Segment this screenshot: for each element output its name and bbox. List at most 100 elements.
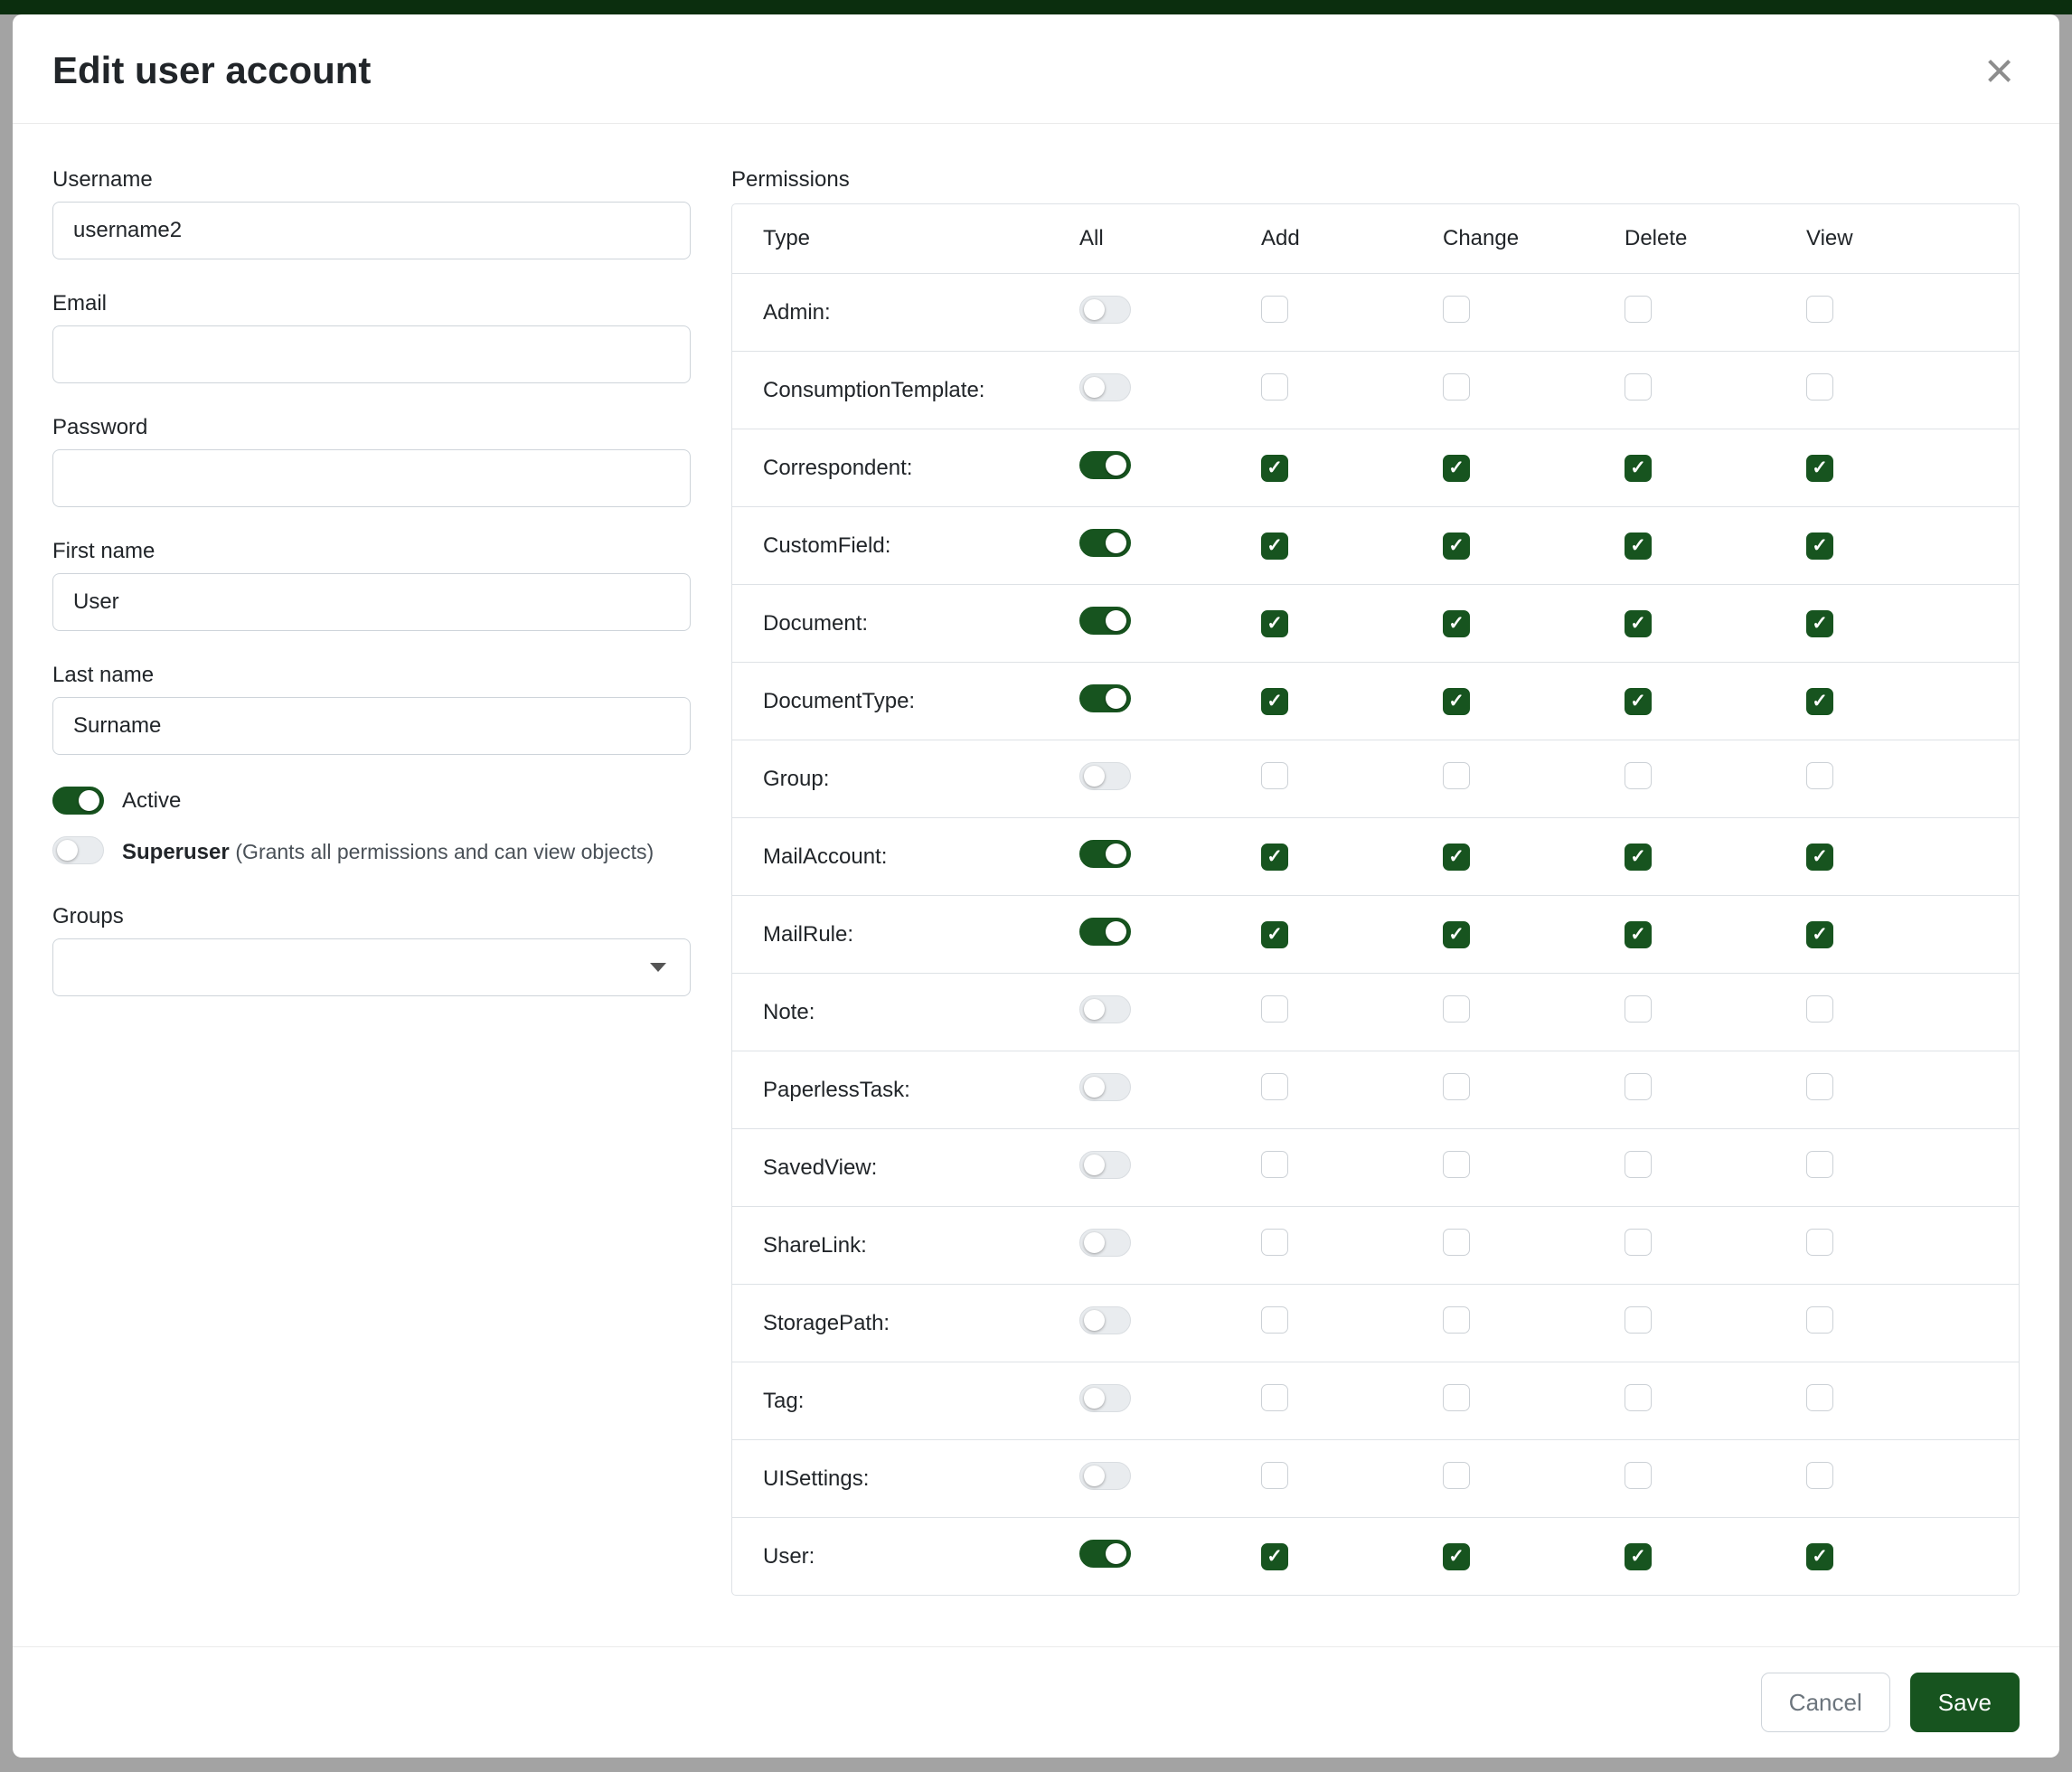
delete-checkbox[interactable]	[1625, 1073, 1652, 1100]
change-checkbox[interactable]	[1443, 1306, 1470, 1334]
delete-checkbox[interactable]	[1625, 995, 1652, 1023]
all-toggle[interactable]	[1079, 1462, 1131, 1490]
view-checkbox[interactable]: ✓	[1806, 455, 1833, 482]
cancel-button[interactable]: Cancel	[1761, 1673, 1890, 1732]
all-toggle[interactable]	[1079, 607, 1131, 635]
delete-checkbox[interactable]	[1625, 373, 1652, 401]
delete-checkbox[interactable]	[1625, 1306, 1652, 1334]
all-toggle[interactable]	[1079, 918, 1131, 946]
modal-footer: Cancel Save	[13, 1646, 2059, 1758]
first-name-input[interactable]	[52, 573, 691, 631]
delete-checkbox[interactable]	[1625, 1462, 1652, 1489]
add-checkbox[interactable]: ✓	[1261, 688, 1288, 715]
change-checkbox[interactable]	[1443, 373, 1470, 401]
view-checkbox[interactable]	[1806, 1151, 1833, 1178]
close-icon[interactable]: ×	[1979, 52, 2020, 89]
view-checkbox[interactable]	[1806, 1384, 1833, 1411]
all-toggle[interactable]	[1079, 1540, 1131, 1568]
view-checkbox[interactable]	[1806, 296, 1833, 323]
all-toggle[interactable]	[1079, 1306, 1131, 1334]
add-checkbox[interactable]: ✓	[1261, 610, 1288, 637]
add-checkbox[interactable]	[1261, 995, 1288, 1023]
all-toggle[interactable]	[1079, 684, 1131, 712]
add-checkbox[interactable]: ✓	[1261, 1543, 1288, 1570]
save-button[interactable]: Save	[1910, 1673, 2020, 1732]
all-toggle[interactable]	[1079, 995, 1131, 1023]
change-checkbox[interactable]	[1443, 1151, 1470, 1178]
add-checkbox[interactable]	[1261, 762, 1288, 789]
view-checkbox[interactable]: ✓	[1806, 1543, 1833, 1570]
all-toggle[interactable]	[1079, 529, 1131, 557]
add-checkbox[interactable]: ✓	[1261, 455, 1288, 482]
view-checkbox[interactable]: ✓	[1806, 533, 1833, 560]
add-checkbox[interactable]	[1261, 1229, 1288, 1256]
password-input[interactable]	[52, 449, 691, 507]
view-checkbox[interactable]	[1806, 1462, 1833, 1489]
view-checkbox[interactable]: ✓	[1806, 844, 1833, 871]
add-checkbox[interactable]	[1261, 1151, 1288, 1178]
username-input[interactable]	[52, 202, 691, 259]
add-checkbox[interactable]	[1261, 373, 1288, 401]
change-checkbox[interactable]: ✓	[1443, 844, 1470, 871]
add-checkbox[interactable]	[1261, 296, 1288, 323]
delete-checkbox[interactable]: ✓	[1625, 688, 1652, 715]
all-toggle[interactable]	[1079, 1151, 1131, 1179]
delete-checkbox[interactable]	[1625, 296, 1652, 323]
all-toggle[interactable]	[1079, 296, 1131, 324]
all-toggle[interactable]	[1079, 451, 1131, 479]
all-toggle[interactable]	[1079, 1229, 1131, 1257]
view-checkbox[interactable]	[1806, 995, 1833, 1023]
delete-checkbox[interactable]: ✓	[1625, 533, 1652, 560]
change-checkbox[interactable]	[1443, 1462, 1470, 1489]
view-checkbox[interactable]	[1806, 762, 1833, 789]
change-checkbox[interactable]	[1443, 1384, 1470, 1411]
modal-title: Edit user account	[52, 49, 371, 92]
change-checkbox[interactable]	[1443, 1229, 1470, 1256]
change-checkbox[interactable]: ✓	[1443, 455, 1470, 482]
view-checkbox[interactable]	[1806, 373, 1833, 401]
all-toggle[interactable]	[1079, 1073, 1131, 1101]
change-checkbox[interactable]	[1443, 762, 1470, 789]
view-checkbox[interactable]	[1806, 1306, 1833, 1334]
add-checkbox[interactable]	[1261, 1462, 1288, 1489]
active-toggle[interactable]	[52, 787, 104, 815]
view-checkbox[interactable]: ✓	[1806, 688, 1833, 715]
change-checkbox[interactable]	[1443, 1073, 1470, 1100]
change-checkbox[interactable]: ✓	[1443, 688, 1470, 715]
view-checkbox[interactable]: ✓	[1806, 921, 1833, 948]
add-checkbox[interactable]	[1261, 1073, 1288, 1100]
permission-row: CustomField:✓✓✓✓	[732, 506, 2019, 584]
add-checkbox[interactable]	[1261, 1384, 1288, 1411]
add-checkbox[interactable]	[1261, 1306, 1288, 1334]
all-toggle[interactable]	[1079, 762, 1131, 790]
change-checkbox[interactable]: ✓	[1443, 921, 1470, 948]
col-header-delete: Delete	[1625, 226, 1806, 251]
last-name-input[interactable]	[52, 697, 691, 755]
add-checkbox[interactable]: ✓	[1261, 533, 1288, 560]
delete-checkbox[interactable]	[1625, 1151, 1652, 1178]
delete-checkbox[interactable]: ✓	[1625, 921, 1652, 948]
change-checkbox[interactable]: ✓	[1443, 610, 1470, 637]
all-toggle[interactable]	[1079, 840, 1131, 868]
delete-checkbox[interactable]	[1625, 1229, 1652, 1256]
view-checkbox[interactable]	[1806, 1073, 1833, 1100]
delete-checkbox[interactable]	[1625, 762, 1652, 789]
change-checkbox[interactable]	[1443, 995, 1470, 1023]
superuser-toggle[interactable]	[52, 836, 104, 864]
change-checkbox[interactable]: ✓	[1443, 533, 1470, 560]
delete-checkbox[interactable]: ✓	[1625, 610, 1652, 637]
change-checkbox[interactable]: ✓	[1443, 1543, 1470, 1570]
add-checkbox[interactable]: ✓	[1261, 921, 1288, 948]
add-checkbox[interactable]: ✓	[1261, 844, 1288, 871]
change-checkbox[interactable]	[1443, 296, 1470, 323]
delete-checkbox[interactable]: ✓	[1625, 844, 1652, 871]
groups-select[interactable]	[52, 938, 691, 996]
all-toggle[interactable]	[1079, 373, 1131, 401]
delete-checkbox[interactable]: ✓	[1625, 1543, 1652, 1570]
view-checkbox[interactable]	[1806, 1229, 1833, 1256]
email-input[interactable]	[52, 325, 691, 383]
delete-checkbox[interactable]	[1625, 1384, 1652, 1411]
all-toggle[interactable]	[1079, 1384, 1131, 1412]
delete-checkbox[interactable]: ✓	[1625, 455, 1652, 482]
view-checkbox[interactable]: ✓	[1806, 610, 1833, 637]
